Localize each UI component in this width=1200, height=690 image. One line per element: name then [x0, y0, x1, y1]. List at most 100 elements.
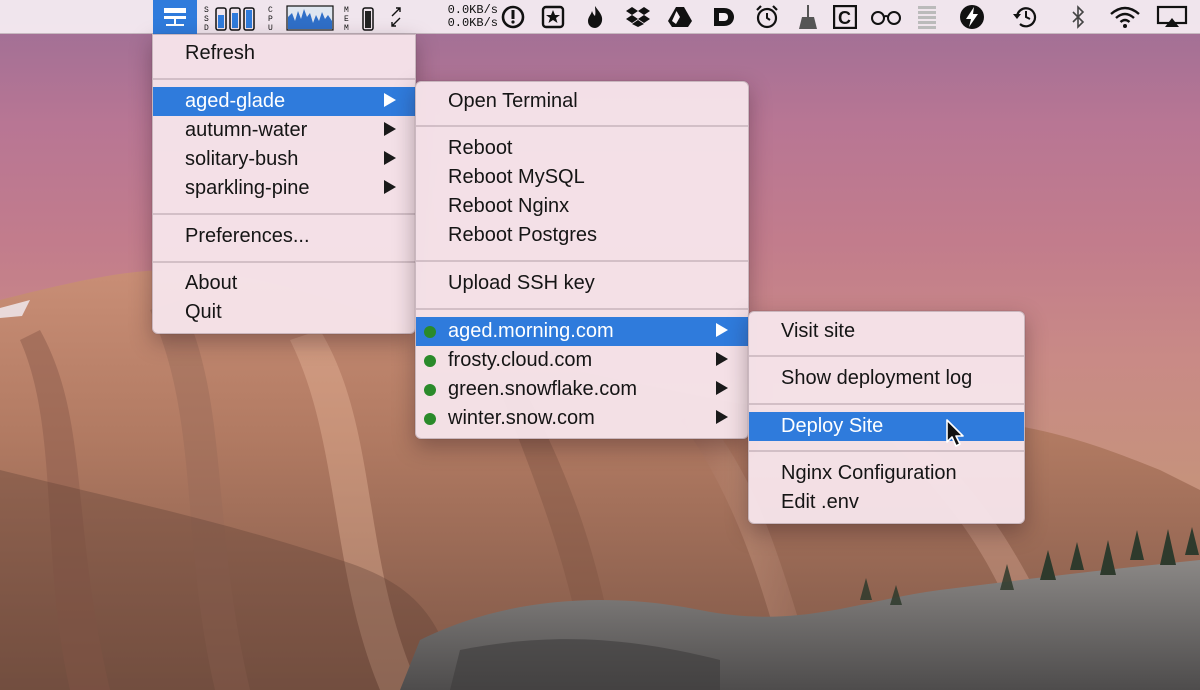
submenu-arrow-icon: [716, 323, 728, 337]
menu-item-edit-env-label: Edit .env: [781, 491, 859, 513]
d-app-icon[interactable]: [708, 0, 740, 34]
site-name-label: aged.morning.com: [448, 320, 614, 342]
svg-text:S: S: [204, 15, 209, 24]
c-app-icon[interactable]: C: [830, 0, 860, 34]
site-name-label: frosty.cloud.com: [448, 349, 593, 371]
submenu-arrow-icon: [716, 352, 728, 366]
server-name-label: aged-glade: [185, 90, 286, 112]
menu-item-reboot-postgres-label: Reboot Postgres: [448, 224, 597, 246]
menu-item-about-label: About: [185, 272, 238, 294]
svg-text:S: S: [204, 6, 209, 15]
menu-item-refresh[interactable]: Refresh: [153, 39, 415, 68]
bluetooth-icon[interactable]: [1064, 0, 1092, 34]
svg-text:U: U: [268, 24, 273, 31]
main-menu: Refresh aged-glade autumn-water solitary…: [152, 34, 416, 334]
network-arrows-icon[interactable]: [384, 0, 408, 34]
battery-bars-icon[interactable]: [912, 0, 942, 34]
site-name-label: green.snowflake.com: [448, 378, 637, 400]
server-menu-icon[interactable]: [153, 0, 197, 34]
menu-item-site[interactable]: winter.snow.com: [416, 404, 748, 433]
menu-item-site[interactable]: aged.morning.com: [416, 317, 748, 346]
menu-item-preferences[interactable]: Preferences...: [153, 222, 415, 251]
menu-separator: [153, 78, 415, 80]
menu-item-site[interactable]: green.snowflake.com: [416, 375, 748, 404]
site-status-dot-icon: [424, 384, 436, 396]
mouse-pointer-icon: [945, 418, 967, 453]
menu-item-nginx-configuration-label: Nginx Configuration: [781, 462, 957, 484]
network-download-speed: 0.0KB/s: [447, 16, 498, 30]
network-speed-readout: 0.0KB/s 0.0KB/s: [418, 4, 498, 30]
server-name-label: solitary-bush: [185, 148, 299, 170]
menu-item-reboot[interactable]: Reboot: [416, 134, 748, 163]
menu-bar: S S D C P U M E M 0.0KB/s 0.0KB/s C: [0, 0, 1200, 34]
site-status-dot-icon: [424, 355, 436, 367]
menu-item-open-terminal[interactable]: Open Terminal: [416, 87, 748, 116]
site-status-dot-icon: [424, 326, 436, 338]
broom-icon[interactable]: [794, 0, 822, 34]
menu-item-site[interactable]: frosty.cloud.com: [416, 346, 748, 375]
menu-item-quit-label: Quit: [185, 301, 222, 323]
server-name-label: autumn-water: [185, 119, 308, 141]
menu-separator: [416, 260, 748, 262]
submenu-arrow-icon: [384, 93, 396, 107]
flame-app-icon[interactable]: [581, 0, 609, 34]
menu-separator: [153, 261, 415, 263]
menu-item-server[interactable]: aged-glade: [153, 87, 415, 116]
dropbox-icon[interactable]: [622, 0, 654, 34]
menu-item-preferences-label: Preferences...: [185, 225, 310, 247]
airplay-icon[interactable]: [1152, 0, 1192, 34]
svg-text:D: D: [204, 24, 209, 31]
menu-item-server[interactable]: autumn-water: [153, 116, 415, 145]
time-machine-icon[interactable]: [1008, 0, 1044, 34]
alarm-clock-icon[interactable]: [751, 0, 783, 34]
ssd-monitor-icon[interactable]: S S D: [201, 0, 263, 34]
memory-monitor-icon[interactable]: M E M: [341, 0, 381, 34]
lightning-icon[interactable]: [956, 0, 988, 34]
menu-item-reboot-nginx[interactable]: Reboot Nginx: [416, 192, 748, 221]
clock-app-icon[interactable]: [498, 0, 528, 34]
menu-item-open-terminal-label: Open Terminal: [448, 90, 578, 112]
menu-separator: [153, 213, 415, 215]
site-status-dot-icon: [424, 413, 436, 425]
wifi-icon[interactable]: [1105, 0, 1145, 34]
submenu-arrow-icon: [384, 122, 396, 136]
menu-item-nginx-configuration[interactable]: Nginx Configuration: [749, 459, 1024, 488]
menu-item-reboot-mysql-label: Reboot MySQL: [448, 166, 585, 188]
menu-item-show-deployment-log-label: Show deployment log: [781, 367, 973, 389]
menu-separator: [749, 450, 1024, 452]
site-submenu: Visit site Show deployment log Deploy Si…: [748, 311, 1025, 524]
svg-text:M: M: [344, 24, 349, 31]
menu-item-quit[interactable]: Quit: [153, 298, 415, 327]
menu-separator: [416, 125, 748, 127]
menu-item-visit-site-label: Visit site: [781, 320, 856, 342]
menu-item-reboot-postgres[interactable]: Reboot Postgres: [416, 221, 748, 250]
submenu-arrow-icon: [384, 151, 396, 165]
menu-item-upload-ssh-key[interactable]: Upload SSH key: [416, 269, 748, 298]
menu-separator: [416, 308, 748, 310]
svg-text:C: C: [268, 6, 273, 15]
svg-text:M: M: [344, 6, 349, 15]
menu-item-reboot-mysql[interactable]: Reboot MySQL: [416, 163, 748, 192]
site-name-label: winter.snow.com: [448, 407, 595, 429]
menu-item-deploy-site[interactable]: Deploy Site: [749, 412, 1024, 441]
submenu-arrow-icon: [384, 180, 396, 194]
menu-separator: [749, 355, 1024, 357]
menu-item-about[interactable]: About: [153, 269, 415, 298]
menu-item-server[interactable]: sparkling-pine: [153, 174, 415, 203]
glasses-icon[interactable]: [868, 0, 904, 34]
google-drive-icon[interactable]: [664, 0, 696, 34]
submenu-arrow-icon: [716, 381, 728, 395]
menu-item-visit-site[interactable]: Visit site: [749, 317, 1024, 346]
menu-item-upload-ssh-key-label: Upload SSH key: [448, 272, 595, 294]
menu-item-reboot-nginx-label: Reboot Nginx: [448, 195, 570, 217]
menu-item-edit-env[interactable]: Edit .env: [749, 488, 1024, 517]
menu-item-show-deployment-log[interactable]: Show deployment log: [749, 364, 1024, 393]
cpu-monitor-icon[interactable]: C P U: [266, 0, 336, 34]
menu-item-server[interactable]: solitary-bush: [153, 145, 415, 174]
menu-separator: [749, 403, 1024, 405]
menu-item-refresh-label: Refresh: [185, 42, 256, 64]
svg-text:E: E: [344, 15, 349, 24]
star-app-icon[interactable]: [538, 0, 568, 34]
server-submenu: Open Terminal Reboot Reboot MySQL Reboot…: [415, 81, 749, 439]
submenu-arrow-icon: [716, 410, 728, 424]
